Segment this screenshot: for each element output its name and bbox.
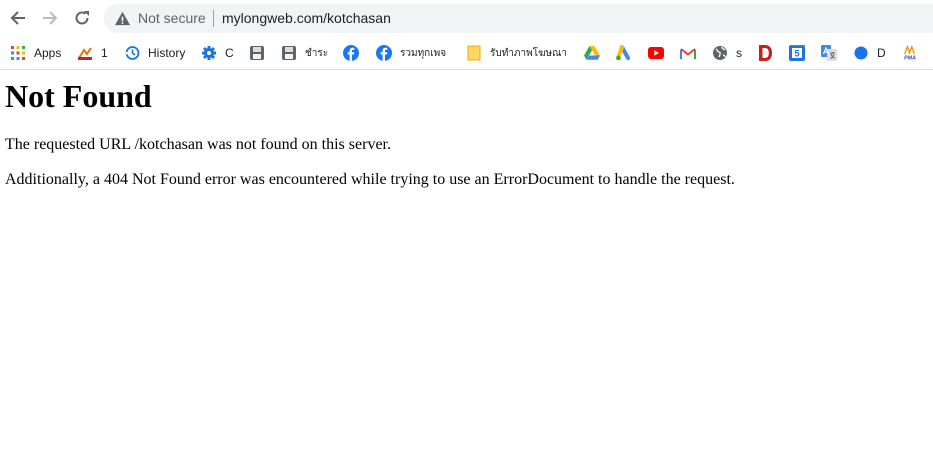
bookmark-label: History	[148, 46, 186, 60]
bookmark-drive[interactable]	[584, 42, 600, 64]
bookmark-label: รับทำภาพโฆษณา	[490, 47, 568, 59]
back-arrow-icon	[10, 11, 25, 25]
chart-icon	[77, 45, 93, 61]
address-bar[interactable]: Not secure mylongweb.com/kotchasan	[104, 4, 933, 33]
bookmark-label: s	[736, 46, 742, 60]
svg-text:PMA: PMA	[904, 56, 916, 61]
bookmark-c[interactable]: C	[201, 42, 234, 64]
page-title: Not Found	[5, 78, 152, 114]
bookmark-facebook-1[interactable]	[343, 42, 359, 64]
bookmarks-bar: Apps 1 History C ชำระ รวมทุกเพจ รับทำภาพ…	[0, 36, 933, 70]
bookmark-label: D	[877, 46, 886, 60]
bookmark-globe-s[interactable]: s	[712, 42, 742, 64]
d-logo-icon	[757, 45, 773, 61]
bookmark-history[interactable]: History	[124, 42, 185, 64]
pma-logo-icon: PMA	[902, 45, 918, 61]
bookmark-apps[interactable]: Apps	[10, 42, 61, 64]
omnibox-separator	[213, 10, 214, 27]
history-icon	[124, 45, 140, 61]
bookmark-all-pages[interactable]: รวมทุกเพจ	[376, 42, 446, 64]
reload-button[interactable]	[70, 6, 94, 30]
save-disk-icon	[281, 45, 297, 61]
facebook-icon	[376, 45, 392, 61]
svg-text:5: 5	[794, 49, 799, 59]
bookmark-calendar[interactable]: 5	[789, 42, 805, 64]
error-document-message: Additionally, a 404 Not Found error was …	[5, 171, 735, 188]
reload-icon	[75, 11, 89, 25]
bookmark-label: 1	[101, 46, 108, 60]
bookmark-ad-design[interactable]: รับทำภาพโฆษณา	[466, 42, 567, 64]
bookmark-gmail[interactable]	[680, 42, 696, 64]
facebook-icon	[343, 45, 359, 61]
blue-dot-icon	[853, 45, 869, 61]
bookmark-label: Apps	[34, 46, 62, 60]
apps-grid-icon	[10, 45, 26, 61]
security-label[interactable]: Not secure	[138, 10, 206, 26]
browser-toolbar: Not secure mylongweb.com/kotchasan	[0, 0, 933, 36]
sticky-note-icon	[466, 45, 482, 61]
bookmark-google-ads[interactable]	[616, 42, 632, 64]
translate-icon	[821, 45, 837, 61]
bookmark-d-logo[interactable]	[757, 42, 773, 64]
bookmark-label: รวมทุกเพจ	[400, 47, 447, 59]
forward-button[interactable]	[38, 6, 62, 30]
youtube-icon	[648, 45, 664, 61]
google-drive-icon	[584, 45, 600, 61]
url-text[interactable]: mylongweb.com/kotchasan	[222, 10, 391, 26]
back-button[interactable]	[6, 6, 30, 30]
bookmark-label: ชำระ	[305, 47, 329, 59]
bookmark-youtube[interactable]	[648, 42, 664, 64]
bookmark-pma[interactable]: PMA	[902, 42, 918, 64]
page-content: Not Found The requested URL /kotchasan w…	[0, 70, 933, 213]
bookmark-label: C	[225, 46, 234, 60]
warning-icon	[114, 11, 131, 26]
google-ads-icon	[616, 45, 632, 61]
calendar-icon: 5	[789, 45, 805, 61]
bookmark-payment[interactable]: ชำระ	[281, 42, 328, 64]
bookmark-1[interactable]: 1	[77, 42, 108, 64]
bookmark-translate[interactable]	[821, 42, 837, 64]
bookmark-d[interactable]: D	[853, 42, 886, 64]
gmail-icon	[680, 45, 696, 61]
save-disk-icon	[249, 45, 265, 61]
forward-arrow-icon	[43, 11, 58, 25]
globe-icon	[712, 45, 728, 61]
bookmark-save-1[interactable]	[249, 42, 265, 64]
gear-icon	[201, 45, 217, 61]
error-message: The requested URL /kotchasan was not fou…	[5, 136, 391, 153]
